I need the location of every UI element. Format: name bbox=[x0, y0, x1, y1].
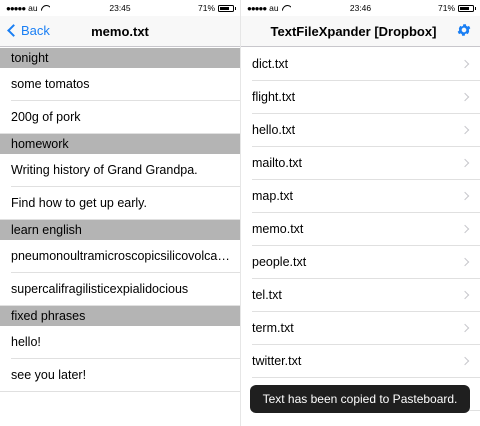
chevron-right-icon bbox=[460, 158, 470, 168]
section-header: tonight bbox=[0, 48, 240, 68]
memo-screen: ●●●●● au 23:45 71% Back memo.txt tonight… bbox=[0, 0, 240, 426]
file-row[interactable]: memo.txt bbox=[241, 213, 480, 246]
status-bar: ●●●●● au 23:45 71% bbox=[0, 0, 240, 16]
section-header: homework bbox=[0, 134, 240, 154]
chevron-right-icon bbox=[460, 356, 470, 366]
gear-icon[interactable] bbox=[456, 22, 472, 38]
section-header: fixed phrases bbox=[0, 306, 240, 326]
file-name: dict.txt bbox=[252, 57, 289, 71]
file-name: memo.txt bbox=[252, 222, 304, 236]
memo-row[interactable]: see you later! bbox=[0, 359, 240, 392]
file-row[interactable]: hello.txt bbox=[241, 114, 480, 147]
file-name: twitter.txt bbox=[252, 354, 302, 368]
file-row[interactable]: dict.txt bbox=[241, 48, 480, 81]
section-header: learn english bbox=[0, 220, 240, 240]
file-list: dict.txt flight.txt hello.txt mailto.txt map… bbox=[241, 48, 480, 411]
chevron-right-icon bbox=[460, 290, 470, 300]
file-name: people.txt bbox=[252, 255, 307, 269]
file-name: mailto.txt bbox=[252, 156, 303, 170]
file-row[interactable]: term.txt bbox=[241, 312, 480, 345]
battery-percent: 71% bbox=[437, 3, 455, 13]
chevron-right-icon bbox=[460, 323, 470, 333]
battery-icon bbox=[218, 4, 236, 12]
file-row[interactable]: twitter.txt bbox=[241, 345, 480, 378]
chevron-right-icon bbox=[460, 59, 470, 69]
file-row[interactable]: map.txt bbox=[241, 180, 480, 213]
memo-row[interactable]: some tomatos bbox=[0, 68, 240, 101]
file-row[interactable]: flight.txt bbox=[241, 81, 480, 114]
chevron-right-icon bbox=[460, 92, 470, 102]
battery-percent: 71% bbox=[197, 3, 215, 13]
navigation-bar: Back memo.txt bbox=[0, 16, 240, 47]
memo-row[interactable]: supercalifragilisticexpialidocious bbox=[0, 273, 240, 306]
page-title: TextFileXpander [Dropbox] bbox=[270, 24, 437, 39]
file-name: flight.txt bbox=[252, 90, 296, 104]
file-row[interactable]: tel.txt bbox=[241, 279, 480, 312]
memo-row[interactable]: 200g of pork bbox=[0, 101, 240, 134]
status-bar: ●●●●● au 23:46 71% bbox=[241, 0, 480, 16]
file-name: term.txt bbox=[252, 321, 294, 335]
page-title: memo.txt bbox=[91, 24, 149, 39]
memo-row[interactable]: hello! bbox=[0, 326, 240, 359]
chevron-right-icon bbox=[460, 224, 470, 234]
memo-list: tonight some tomatos 200g of pork homework W… bbox=[0, 48, 240, 392]
file-row[interactable]: people.txt bbox=[241, 246, 480, 279]
file-list-screen: ●●●●● au 23:46 71% TextFileXpander [Drop… bbox=[240, 0, 480, 426]
memo-row[interactable]: pneumonoultramicroscopicsilicovolcanocon… bbox=[0, 240, 240, 273]
memo-row[interactable]: Writing history of Grand Grandpa. bbox=[0, 154, 240, 187]
toast-message: Text has been copied to Pasteboard. bbox=[250, 385, 470, 413]
file-row[interactable]: mailto.txt bbox=[241, 147, 480, 180]
battery-icon bbox=[458, 4, 476, 12]
file-name: map.txt bbox=[252, 189, 293, 203]
chevron-right-icon bbox=[460, 191, 470, 201]
navigation-bar: TextFileXpander [Dropbox] bbox=[241, 16, 480, 47]
file-name: tel.txt bbox=[252, 288, 282, 302]
memo-row[interactable]: Find how to get up early. bbox=[0, 187, 240, 220]
chevron-right-icon bbox=[460, 257, 470, 267]
chevron-right-icon bbox=[460, 125, 470, 135]
file-name: hello.txt bbox=[252, 123, 296, 137]
